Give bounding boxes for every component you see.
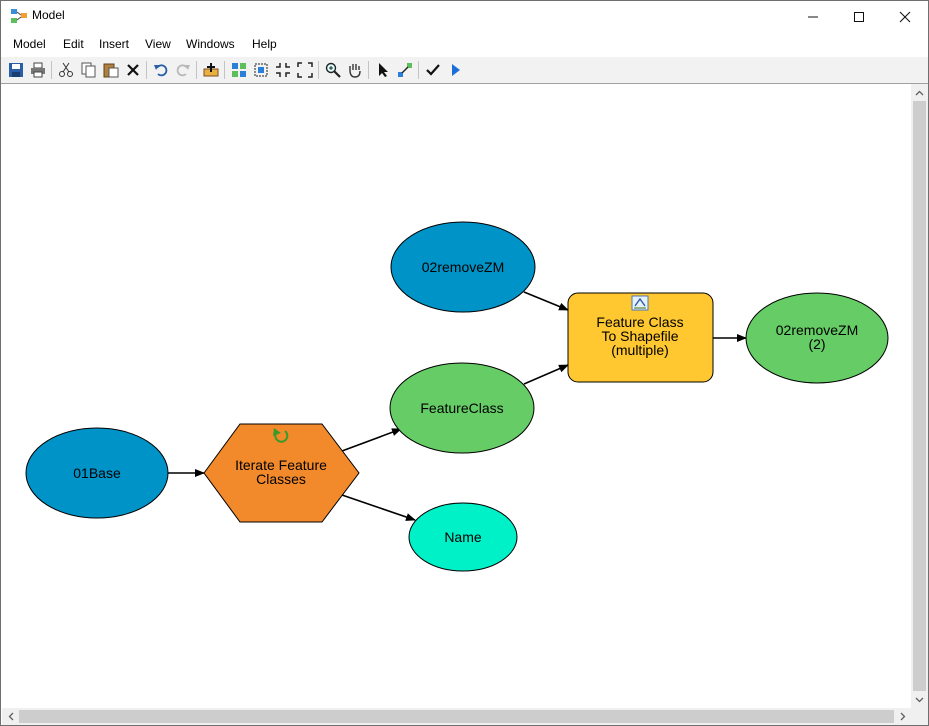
checkmark-icon <box>426 64 440 76</box>
node-featureclass[interactable]: FeatureClass <box>389 362 535 454</box>
copy-icon <box>81 62 96 78</box>
run-button[interactable] <box>445 60 465 80</box>
close-button[interactable] <box>882 1 928 32</box>
redo-button[interactable] <box>173 60 193 80</box>
delete-icon <box>127 64 139 76</box>
validate-button[interactable] <box>423 60 443 80</box>
close-icon <box>899 11 911 22</box>
node-label: 01Base <box>73 465 121 481</box>
node-02removezm[interactable]: 02removeZM <box>390 221 536 313</box>
node-label-line3: (multiple) <box>611 342 669 358</box>
toolbar-separator <box>51 61 52 79</box>
chevron-down-icon <box>915 697 924 702</box>
model-canvas[interactable]: 01Base Iterate Feature Classes 02removeZ… <box>2 84 911 708</box>
menu-windows[interactable]: Windows <box>186 37 235 51</box>
zoom-out-fixed-icon <box>297 62 313 78</box>
menu-insert[interactable]: Insert <box>99 37 129 51</box>
connect-icon <box>398 63 412 77</box>
cut-button[interactable] <box>56 60 76 80</box>
scroll-left-button[interactable] <box>2 708 19 725</box>
undo-button[interactable] <box>151 60 171 80</box>
node-01base[interactable]: 01Base <box>25 427 169 519</box>
tool-icon <box>631 295 649 311</box>
node-02removezm-2[interactable]: 02removeZM (2) <box>745 292 889 384</box>
pointer-icon <box>379 63 388 77</box>
title-bar: Model <box>1 1 928 32</box>
redo-icon <box>176 64 190 77</box>
node-label: FeatureClass <box>420 400 503 416</box>
zoom-in-fixed-icon <box>276 63 290 77</box>
connect-button[interactable] <box>395 60 415 80</box>
maximize-button[interactable] <box>836 1 882 32</box>
pan-button[interactable] <box>345 60 365 80</box>
scrollbar-corner <box>911 708 928 725</box>
zoom-out-fixed-button[interactable] <box>295 60 315 80</box>
model-builder-icon <box>11 9 27 23</box>
scroll-down-button[interactable] <box>911 691 928 708</box>
connector-featureclass-tool[interactable] <box>523 364 569 385</box>
minimize-icon <box>808 16 818 17</box>
magnifier-icon <box>325 62 341 78</box>
model-window: Model Model Edit Insert View Windows Hel… <box>0 0 929 726</box>
model-diagram: 01Base Iterate Feature Classes 02removeZ… <box>25 221 889 572</box>
toolbar-separator <box>196 61 197 79</box>
toolbar-separator <box>224 61 225 79</box>
delete-button[interactable] <box>123 60 143 80</box>
full-extent-button[interactable] <box>251 60 271 80</box>
connector-remove-tool[interactable] <box>523 291 569 311</box>
menu-help[interactable]: Help <box>252 37 277 51</box>
connector-iterate-featureclass[interactable] <box>341 428 402 452</box>
chevron-up-icon <box>915 90 924 95</box>
maximize-icon <box>854 11 864 22</box>
menu-model[interactable]: Model <box>13 37 46 51</box>
hand-icon <box>349 64 361 78</box>
full-extent-icon <box>254 63 268 77</box>
vertical-scrollbar[interactable] <box>911 84 928 708</box>
zoom-in-fixed-button[interactable] <box>273 60 293 80</box>
node-label-line2: (2) <box>808 336 825 352</box>
horizontal-scroll-thumb[interactable] <box>19 710 894 723</box>
node-iterate-feature-classes[interactable]: Iterate Feature Classes <box>203 423 360 523</box>
horizontal-scrollbar[interactable] <box>2 708 911 725</box>
save-icon <box>9 63 23 77</box>
auto-layout-button[interactable] <box>229 60 249 80</box>
chevron-right-icon <box>900 712 905 721</box>
scissors-icon <box>59 62 73 77</box>
window-title: Model <box>32 8 65 22</box>
node-label: 02removeZM <box>422 259 504 275</box>
node-feature-class-to-shapefile[interactable]: Feature Class To Shapefile (multiple) <box>567 292 714 383</box>
toolbar <box>1 57 928 84</box>
connector-iterate-name[interactable] <box>341 494 416 521</box>
select-button[interactable] <box>373 60 393 80</box>
undo-icon <box>154 64 168 77</box>
minimize-button[interactable] <box>790 1 836 32</box>
menu-edit[interactable]: Edit <box>63 37 84 51</box>
save-button[interactable] <box>6 60 26 80</box>
toolbar-separator <box>146 61 147 79</box>
auto-layout-icon <box>232 63 246 77</box>
menu-bar: Model Edit Insert View Windows Help <box>1 33 928 56</box>
play-icon <box>452 64 460 76</box>
print-icon <box>31 62 45 78</box>
chevron-left-icon <box>8 712 13 721</box>
print-button[interactable] <box>28 60 48 80</box>
toolbar-separator <box>368 61 369 79</box>
add-data-button[interactable] <box>201 60 221 80</box>
menu-view[interactable]: View <box>145 37 171 51</box>
toolbar-separator <box>318 61 319 79</box>
toolbar-separator <box>418 61 419 79</box>
copy-button[interactable] <box>79 60 99 80</box>
add-data-icon <box>203 63 219 77</box>
node-label-line2: Classes <box>256 471 306 487</box>
zoom-in-button[interactable] <box>323 60 343 80</box>
scroll-right-button[interactable] <box>894 708 911 725</box>
paste-button[interactable] <box>101 60 121 80</box>
paste-icon <box>103 63 119 78</box>
node-label: Name <box>444 529 482 545</box>
node-name[interactable]: Name <box>408 502 518 572</box>
scroll-up-button[interactable] <box>911 84 928 101</box>
vertical-scroll-thumb[interactable] <box>913 101 926 691</box>
